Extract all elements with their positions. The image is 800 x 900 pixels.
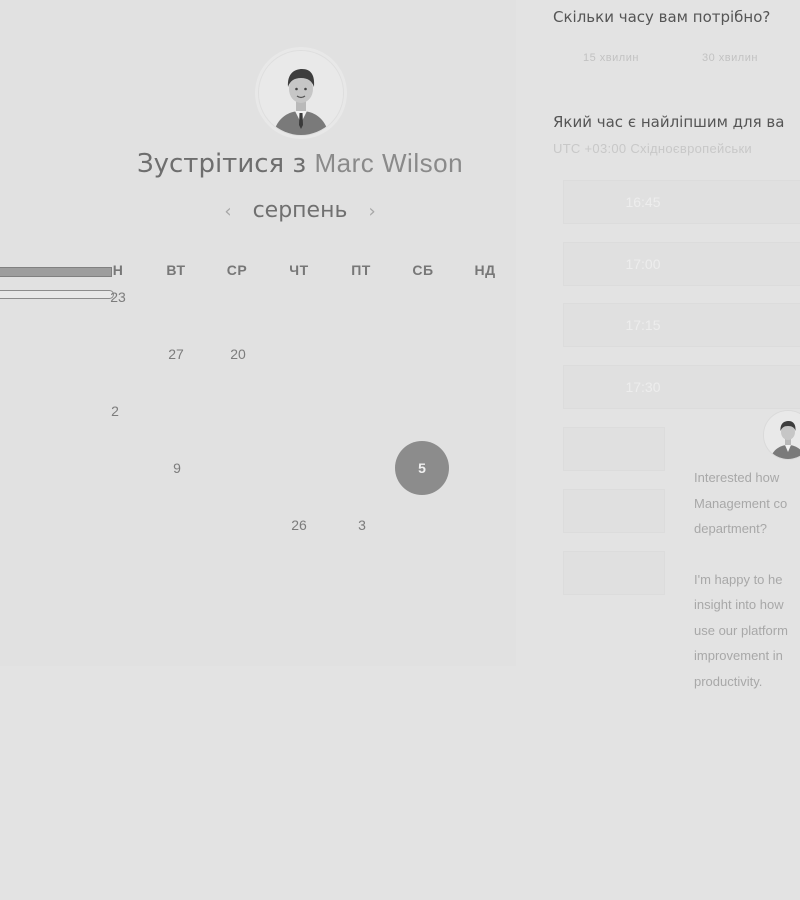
time-slot[interactable] [563,489,665,533]
time-slot[interactable]: 17:30 [563,365,800,409]
chat-line: insight into how [694,597,784,612]
timezone-label[interactable]: UTC +03:00 Східноєвропейськи [553,141,752,156]
chat-line: I'm happy to he [694,571,783,587]
weekday-thu: ЧТ [289,262,309,278]
time-slot[interactable] [563,551,665,595]
chat-avatar [763,410,800,460]
chat-line: Management co [694,495,788,511]
duration-question: Скільки часу вам потрібно? [553,8,771,26]
calendar-panel: Зустрітися з Marc Wilson ‹ серпень › Н В… [0,0,516,666]
meeting-title: Зустрітися з Marc Wilson [0,148,600,179]
weekday-sat: СБ [412,262,434,278]
time-slot[interactable]: 17:15 [563,303,800,347]
chat-line: improvement in [694,648,783,663]
calendar-day[interactable]: 3 [340,517,384,537]
weekday-mon: Н [112,262,124,278]
weekday-wed: СР [226,262,248,278]
calendar-day[interactable]: 2 [93,403,137,423]
calendar-day[interactable]: 9 [155,460,199,480]
weekday-tue: ВТ [166,262,186,278]
weekday-header: Н ВТ СР ЧТ ПТ СБ НД [0,262,516,282]
chat-message-body: I'm happy to he insight into how use our… [694,567,800,695]
calendar-day[interactable]: 26 [277,517,321,537]
time-question: Який час є найліпшим для ва [553,113,785,131]
time-slot[interactable]: 17:00 [563,242,800,286]
host-avatar [258,50,344,136]
chevron-right-icon[interactable]: › [354,201,389,222]
chat-line: productivity. [694,673,763,689]
month-navigation: ‹ серпень › [0,198,600,223]
chat-line: use our platform [694,622,788,638]
chat-line: department? [694,521,767,536]
calendar-day[interactable]: 23 [96,289,140,309]
weekday-sun: НД [474,262,496,278]
chat-avatar-image [764,411,800,459]
chat-line: Interested how [694,470,780,485]
host-name: Marc Wilson [314,148,464,178]
host-avatar-image [259,51,343,135]
calendar-day[interactable]: 20 [216,346,260,366]
chevron-left-icon[interactable]: ‹ [210,201,245,222]
weekday-fri: ПТ [351,262,371,278]
time-slot[interactable] [563,427,665,471]
calendar-day[interactable]: 27 [154,346,198,366]
month-label: серпень [252,198,348,223]
chat-message-intro: Interested how Management co department? [694,465,800,542]
chat-message: Interested how Management co department?… [694,465,800,719]
time-slot[interactable]: 16:45 [563,180,800,224]
selected-day[interactable]: 5 [395,441,449,495]
meeting-title-prefix: Зустрітися з [136,149,307,179]
duration-option-30[interactable]: 30 хвилин [702,52,758,64]
duration-option-15[interactable]: 15 хвилин [583,52,639,64]
